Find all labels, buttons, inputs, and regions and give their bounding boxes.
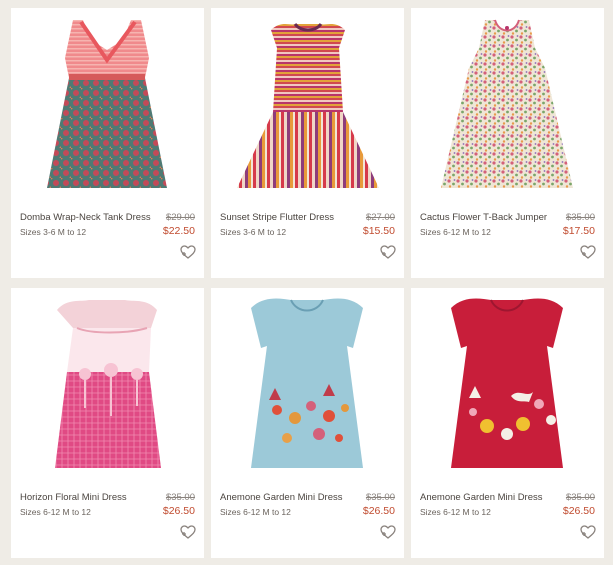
product-sizes: Sizes 6-12 M to 12 (220, 507, 291, 517)
product-card[interactable]: Horizon Floral Mini Dress Sizes 6-12 M t… (11, 288, 204, 558)
original-price: $27.00 (365, 212, 395, 223)
product-image-horizon-dress[interactable] (11, 288, 204, 483)
product-image-cactus-jumper[interactable] (411, 8, 604, 203)
product-card[interactable]: Anemone Garden Mini Dress Sizes 6-12 M t… (411, 288, 604, 558)
product-card[interactable]: Sunset Stripe Flutter Dress Sizes 3-6 M … (211, 8, 404, 278)
product-name[interactable]: Domba Wrap-Neck Tank Dress (20, 212, 151, 223)
product-grid: Domba Wrap-Neck Tank Dress Sizes 3-6 M t… (0, 0, 613, 565)
product-name[interactable]: Anemone Garden Mini Dress (220, 492, 343, 503)
product-image-sunset-dress[interactable] (211, 8, 404, 203)
original-price: $35.00 (565, 492, 595, 503)
product-sizes: Sizes 6-12 M to 12 (420, 227, 491, 237)
product-sizes: Sizes 3-6 M to 12 (220, 227, 287, 237)
product-image-anemone-blue-dress[interactable] (211, 288, 404, 483)
product-image-domba-dress[interactable] (11, 8, 204, 203)
product-name[interactable]: Cactus Flower T-Back Jumper (420, 212, 547, 223)
heart-plus-icon[interactable] (180, 245, 196, 260)
original-price: $35.00 (365, 492, 395, 503)
heart-plus-icon[interactable] (580, 525, 596, 540)
sale-price: $26.50 (362, 505, 395, 517)
product-card[interactable]: Cactus Flower T-Back Jumper Sizes 6-12 M… (411, 8, 604, 278)
product-image-anemone-red-dress[interactable] (411, 288, 604, 483)
product-card[interactable]: Anemone Garden Mini Dress Sizes 6-12 M t… (211, 288, 404, 558)
sale-price: $22.50 (162, 225, 195, 237)
original-price: $29.00 (165, 212, 195, 223)
sale-price: $15.50 (362, 225, 395, 237)
heart-plus-icon[interactable] (380, 525, 396, 540)
sale-price: $26.50 (162, 505, 195, 517)
product-sizes: Sizes 3-6 M to 12 (20, 227, 87, 237)
heart-plus-icon[interactable] (580, 245, 596, 260)
product-sizes: Sizes 6-12 M to 12 (420, 507, 491, 517)
sale-price: $26.50 (562, 505, 595, 517)
original-price: $35.00 (165, 492, 195, 503)
heart-plus-icon[interactable] (180, 525, 196, 540)
heart-plus-icon[interactable] (380, 245, 396, 260)
product-name[interactable]: Anemone Garden Mini Dress (420, 492, 543, 503)
original-price: $35.00 (565, 212, 595, 223)
product-sizes: Sizes 6-12 M to 12 (20, 507, 91, 517)
product-card[interactable]: Domba Wrap-Neck Tank Dress Sizes 3-6 M t… (11, 8, 204, 278)
product-name[interactable]: Horizon Floral Mini Dress (20, 492, 127, 503)
sale-price: $17.50 (562, 225, 595, 237)
product-name[interactable]: Sunset Stripe Flutter Dress (220, 212, 334, 223)
